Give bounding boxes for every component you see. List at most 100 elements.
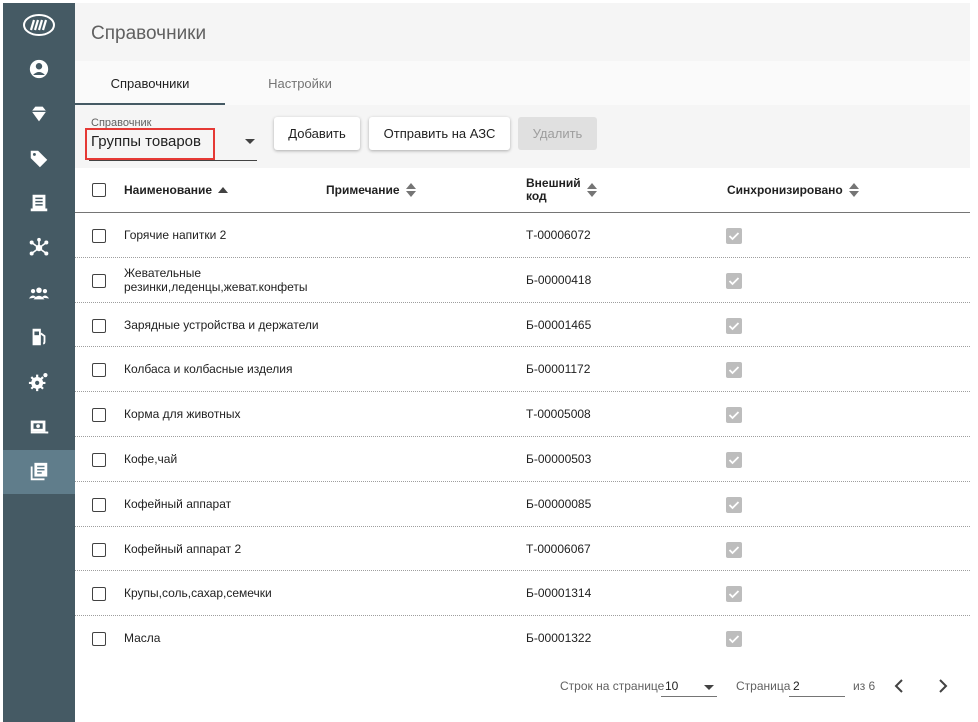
tab-settings[interactable]: Настройки bbox=[225, 61, 375, 105]
send-to-station-button[interactable]: Отправить на АЗС bbox=[369, 117, 510, 150]
column-note-label: Примечание bbox=[326, 183, 400, 197]
synced-check-icon bbox=[726, 272, 742, 289]
page-count-label: из 6 bbox=[853, 679, 876, 693]
sidebar bbox=[3, 3, 75, 722]
table-row[interactable]: Масла Б-00001322 bbox=[75, 616, 970, 661]
toolbar: Справочник Группы товаров Добавить Отпра… bbox=[75, 105, 970, 168]
row-checkbox[interactable] bbox=[92, 542, 106, 557]
synced-check-icon bbox=[726, 228, 742, 244]
diamond-icon[interactable] bbox=[3, 92, 75, 136]
row-name: Колбаса и колбасные изделия bbox=[124, 362, 293, 377]
table-row[interactable]: Зарядные устройства и держатели Б-000014… bbox=[75, 303, 970, 348]
row-checkbox[interactable] bbox=[92, 363, 106, 378]
table-row[interactable]: Кофе,чай Б-00000503 bbox=[75, 437, 970, 482]
table-row[interactable]: Кофейный аппарат 2 Т-00006067 bbox=[75, 527, 970, 572]
tab-references[interactable]: Справочники bbox=[75, 61, 225, 105]
row-code: Б-00000085 bbox=[526, 496, 592, 511]
chevron-right-icon bbox=[939, 679, 948, 693]
reference-books-icon[interactable] bbox=[3, 450, 75, 494]
row-checkbox[interactable] bbox=[92, 587, 106, 602]
page-label: Страница bbox=[736, 679, 791, 693]
receipt-icon[interactable] bbox=[3, 181, 75, 225]
row-checkbox[interactable] bbox=[92, 318, 106, 333]
fuel-pump-icon[interactable] bbox=[3, 315, 75, 359]
rows-per-page-label: Строк на странице bbox=[560, 679, 665, 693]
row-name: Кофейный аппарат 2 bbox=[124, 541, 242, 556]
row-name: Корма для животных bbox=[124, 407, 241, 422]
row-checkbox[interactable] bbox=[92, 497, 106, 512]
synced-check-icon bbox=[726, 496, 742, 513]
sort-icon[interactable] bbox=[586, 183, 597, 197]
table-row[interactable]: Корма для животных Т-00005008 bbox=[75, 392, 970, 437]
sort-asc-icon[interactable] bbox=[218, 187, 229, 193]
synced-check-icon bbox=[726, 451, 742, 468]
row-name: Кофейный аппарат bbox=[124, 496, 232, 511]
table-row[interactable]: Крупы,соль,сахар,семечки Б-00001314 bbox=[75, 571, 970, 617]
tab-bar: Справочники Настройки bbox=[75, 61, 970, 105]
synced-check-icon bbox=[726, 407, 742, 424]
row-name: Горячие напитки 2 bbox=[124, 228, 227, 242]
table-header: Наименование Примечание Внешний код Синх… bbox=[75, 168, 970, 213]
row-code: Б-00000418 bbox=[526, 272, 592, 287]
table-row[interactable]: Кофейный аппарат Б-00000085 bbox=[75, 482, 970, 527]
user-icon[interactable] bbox=[3, 47, 75, 91]
synced-check-icon bbox=[726, 586, 742, 603]
column-header-code[interactable]: Внешний код bbox=[526, 177, 597, 203]
cash-register-icon[interactable] bbox=[3, 405, 75, 449]
column-header-name[interactable]: Наименование bbox=[124, 183, 229, 197]
users-group-icon[interactable] bbox=[3, 271, 75, 315]
network-icon[interactable] bbox=[3, 226, 75, 270]
select-all-checkbox[interactable] bbox=[92, 183, 106, 197]
page-title: Справочники bbox=[91, 23, 207, 44]
table-row[interactable]: Колбаса и колбасные изделия Б-00001172 bbox=[75, 347, 970, 393]
page-input-underline bbox=[789, 696, 845, 697]
column-header-sync[interactable]: Синхронизировано bbox=[727, 183, 859, 197]
logo-icon[interactable] bbox=[3, 7, 75, 43]
next-page-button[interactable] bbox=[933, 676, 953, 696]
tag-icon[interactable] bbox=[3, 137, 75, 181]
row-name: Кофе,чай bbox=[124, 451, 178, 466]
column-sync-label: Синхронизировано bbox=[727, 183, 843, 197]
rows-per-page-select[interactable]: 10 bbox=[665, 679, 678, 693]
row-code: Т-00006067 bbox=[526, 541, 591, 556]
sort-icon[interactable] bbox=[848, 183, 859, 197]
sort-icon[interactable] bbox=[405, 183, 416, 197]
row-checkbox[interactable] bbox=[92, 632, 106, 647]
row-checkbox[interactable] bbox=[92, 229, 106, 243]
row-checkbox[interactable] bbox=[92, 273, 106, 288]
settings-gear-icon[interactable] bbox=[3, 360, 75, 404]
row-checkbox[interactable] bbox=[92, 452, 106, 467]
previous-page-button[interactable] bbox=[889, 676, 909, 696]
row-code: Б-00000503 bbox=[526, 451, 592, 466]
column-header-note[interactable]: Примечание bbox=[326, 183, 416, 197]
synced-check-icon bbox=[726, 362, 742, 379]
delete-button: Удалить bbox=[518, 117, 597, 150]
row-name: Жевательные резинки,леденцы,жеват.конфет… bbox=[124, 265, 308, 294]
pagination-bar: Строк на странице 10 Страница 2 из 6 bbox=[75, 658, 970, 712]
selector-underline bbox=[89, 160, 257, 161]
dropdown-arrow-icon[interactable] bbox=[245, 139, 255, 144]
table-body: Горячие напитки 2 Т-00006072 Жевательные… bbox=[75, 213, 970, 661]
row-code: Б-00001465 bbox=[526, 317, 592, 332]
row-name: Масла bbox=[124, 631, 161, 646]
rows-per-page-dropdown-icon[interactable] bbox=[704, 685, 714, 690]
row-code: Б-00001172 bbox=[526, 362, 591, 377]
row-name: Зарядные устройства и держатели bbox=[124, 317, 319, 332]
row-code: Б-00001314 bbox=[526, 586, 592, 601]
add-button[interactable]: Добавить bbox=[274, 117, 360, 150]
synced-check-icon bbox=[726, 631, 742, 648]
app-header: Справочники bbox=[75, 3, 970, 61]
row-name: Крупы,соль,сахар,семечки bbox=[124, 586, 272, 601]
row-code: Б-00001322 bbox=[526, 631, 592, 646]
row-code: Т-00006072 bbox=[526, 228, 591, 242]
synced-check-icon bbox=[726, 541, 742, 558]
reference-selector[interactable]: Группы товаров bbox=[91, 133, 201, 150]
page-input[interactable]: 2 bbox=[793, 679, 800, 693]
table-row[interactable]: Горячие напитки 2 Т-00006072 bbox=[75, 213, 970, 258]
column-name-label: Наименование bbox=[124, 183, 213, 197]
table-row[interactable]: Жевательные резинки,леденцы,жеват.конфет… bbox=[75, 258, 970, 303]
synced-check-icon bbox=[726, 317, 742, 334]
row-code: Т-00005008 bbox=[526, 407, 591, 422]
row-checkbox[interactable] bbox=[92, 408, 106, 423]
column-code-label-line2: код bbox=[526, 189, 547, 203]
